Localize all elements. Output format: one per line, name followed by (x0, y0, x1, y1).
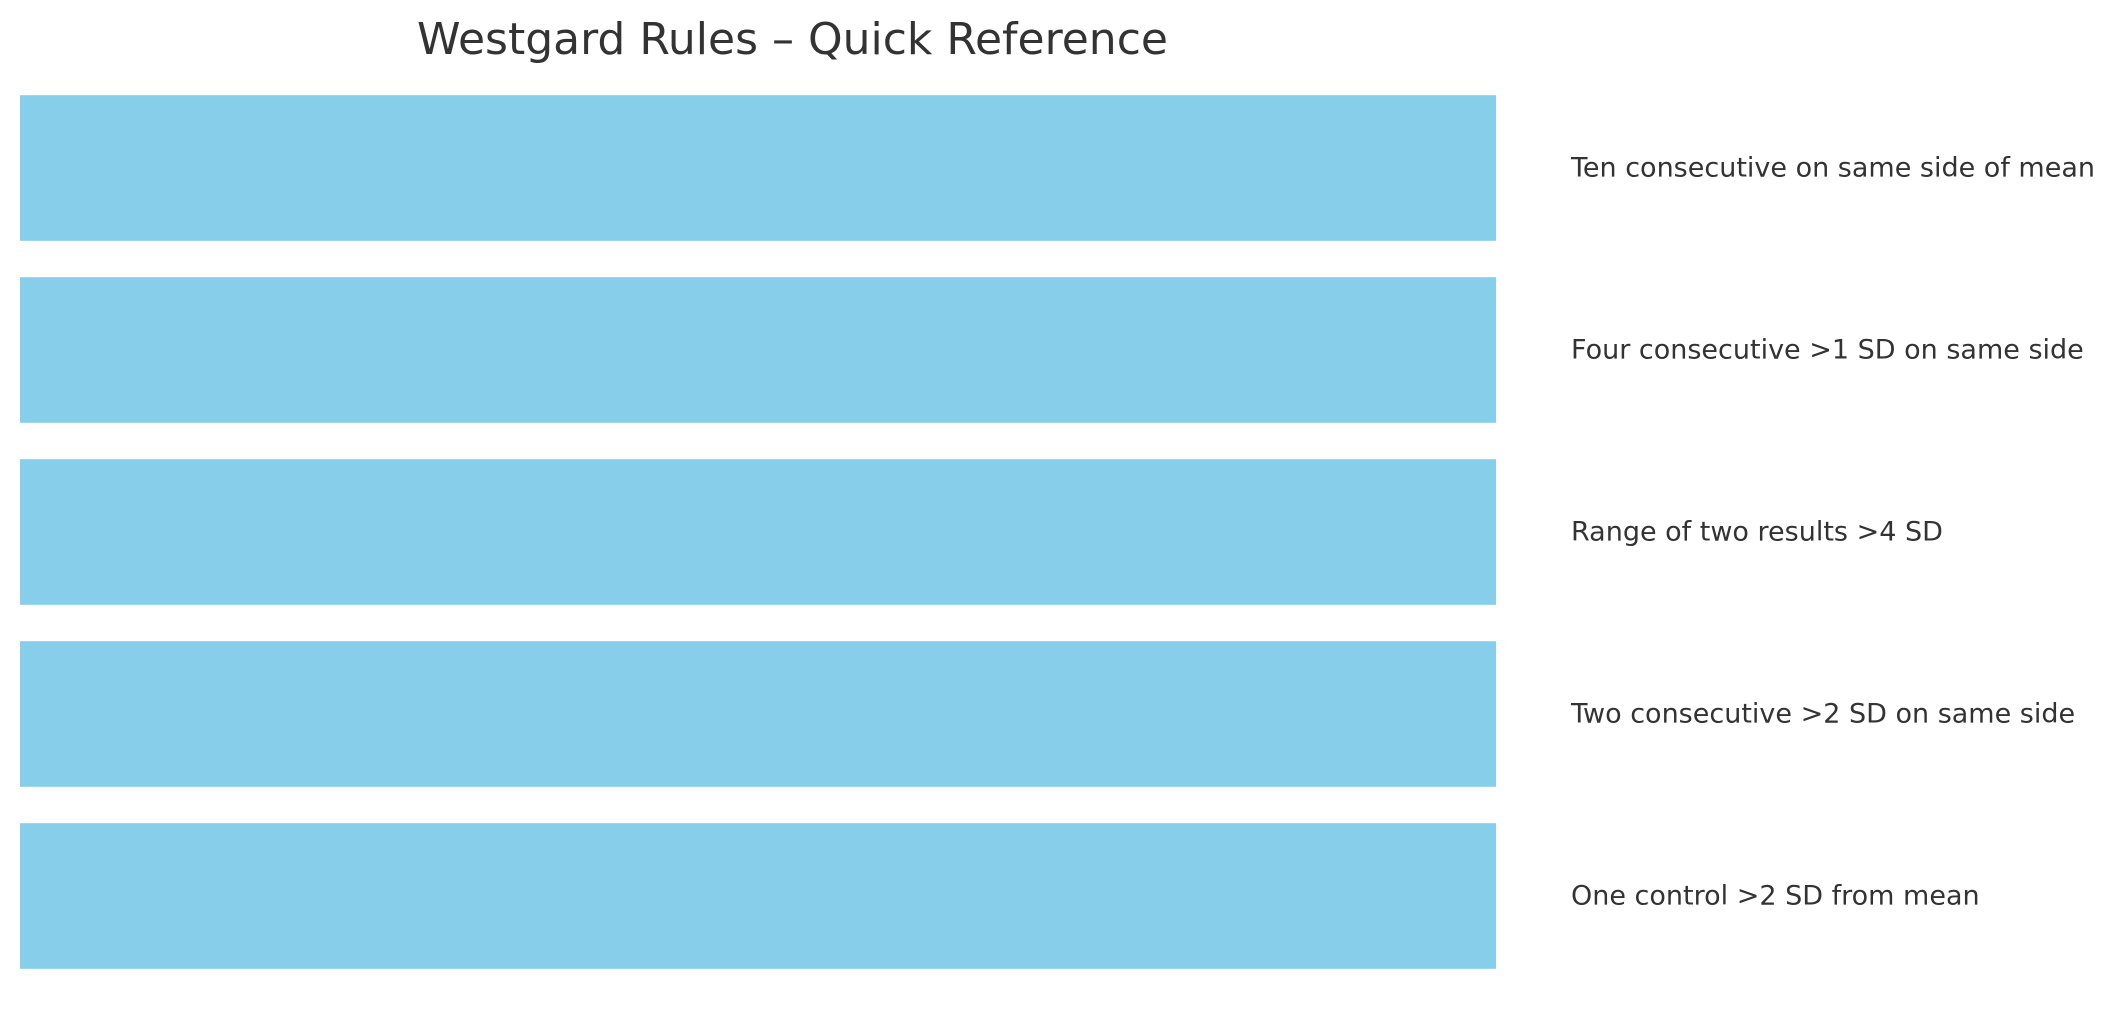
bar-label-4: Two consecutive >2 SD on same side (1570, 699, 2075, 730)
chart-canvas: Westgard Rules – Quick Reference Ten con… (0, 0, 2128, 1014)
bar-label-5: One control >2 SD from mean (1571, 881, 1980, 912)
bar-label-1: Ten consecutive on same side of mean (1570, 153, 2095, 184)
bar-chart-plot: Ten consecutive on same side of mean Four… (20, 95, 2095, 969)
bar-label-3: Range of two results >4 SD (1571, 517, 1943, 548)
bar-4 (20, 641, 1496, 787)
bar-3 (20, 459, 1496, 605)
bar-2 (20, 277, 1496, 423)
bar-1 (20, 95, 1496, 241)
bar-label-2: Four consecutive >1 SD on same side (1571, 335, 2084, 366)
bar-5 (20, 823, 1496, 969)
